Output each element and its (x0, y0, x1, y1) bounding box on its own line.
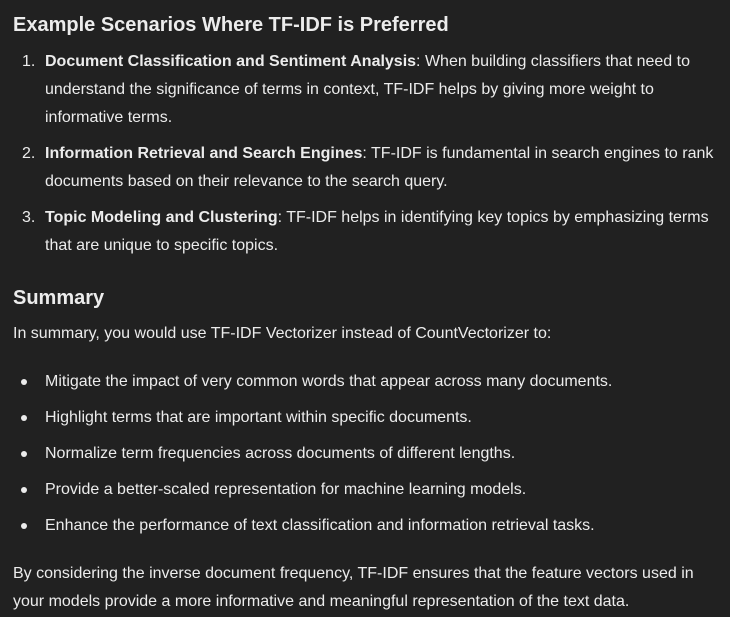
list-number: 2. (22, 145, 36, 162)
summary-point: Provide a better-scaled representation f… (13, 476, 725, 504)
scenarios-list: 1. Document Classification and Sentiment… (13, 48, 725, 268)
summary-heading: Summary (13, 287, 105, 309)
scenario-item: 1. Document Classification and Sentiment… (13, 48, 725, 132)
summary-point: Enhance the performance of text classifi… (13, 512, 725, 540)
summary-point-text: Enhance the performance of text classifi… (45, 517, 595, 534)
bullet-icon (21, 523, 27, 529)
bullet-icon (21, 487, 27, 493)
list-number: 1. (22, 53, 36, 70)
scenario-title: Topic Modeling and Clustering (45, 209, 278, 226)
closing-paragraph: By considering the inverse document freq… (13, 565, 694, 610)
summary-point: Normalize term frequencies across docume… (13, 440, 725, 468)
scenario-title: Document Classification and Sentiment An… (45, 53, 417, 70)
summary-point-text: Provide a better-scaled representation f… (45, 481, 527, 498)
bullet-icon (21, 415, 27, 421)
scenarios-heading: Example Scenarios Where TF-IDF is Prefer… (13, 14, 449, 36)
bullet-icon (21, 451, 27, 457)
bullet-icon (21, 379, 27, 385)
scenario-title: Information Retrieval and Search Engines (45, 145, 363, 162)
summary-point-text: Mitigate the impact of very common words… (45, 373, 613, 390)
summary-point: Highlight terms that are important withi… (13, 404, 725, 432)
summary-point-text: Normalize term frequencies across docume… (45, 445, 516, 462)
list-number: 3. (22, 209, 36, 226)
summary-point: Mitigate the impact of very common words… (13, 368, 725, 396)
scenario-item: 3. Topic Modeling and Clustering: TF-IDF… (13, 204, 725, 260)
summary-list: Mitigate the impact of very common words… (13, 368, 725, 548)
summary-point-text: Highlight terms that are important withi… (45, 409, 472, 426)
scenario-item: 2. Information Retrieval and Search Engi… (13, 140, 725, 196)
summary-intro: In summary, you would use TF-IDF Vectori… (13, 325, 552, 342)
